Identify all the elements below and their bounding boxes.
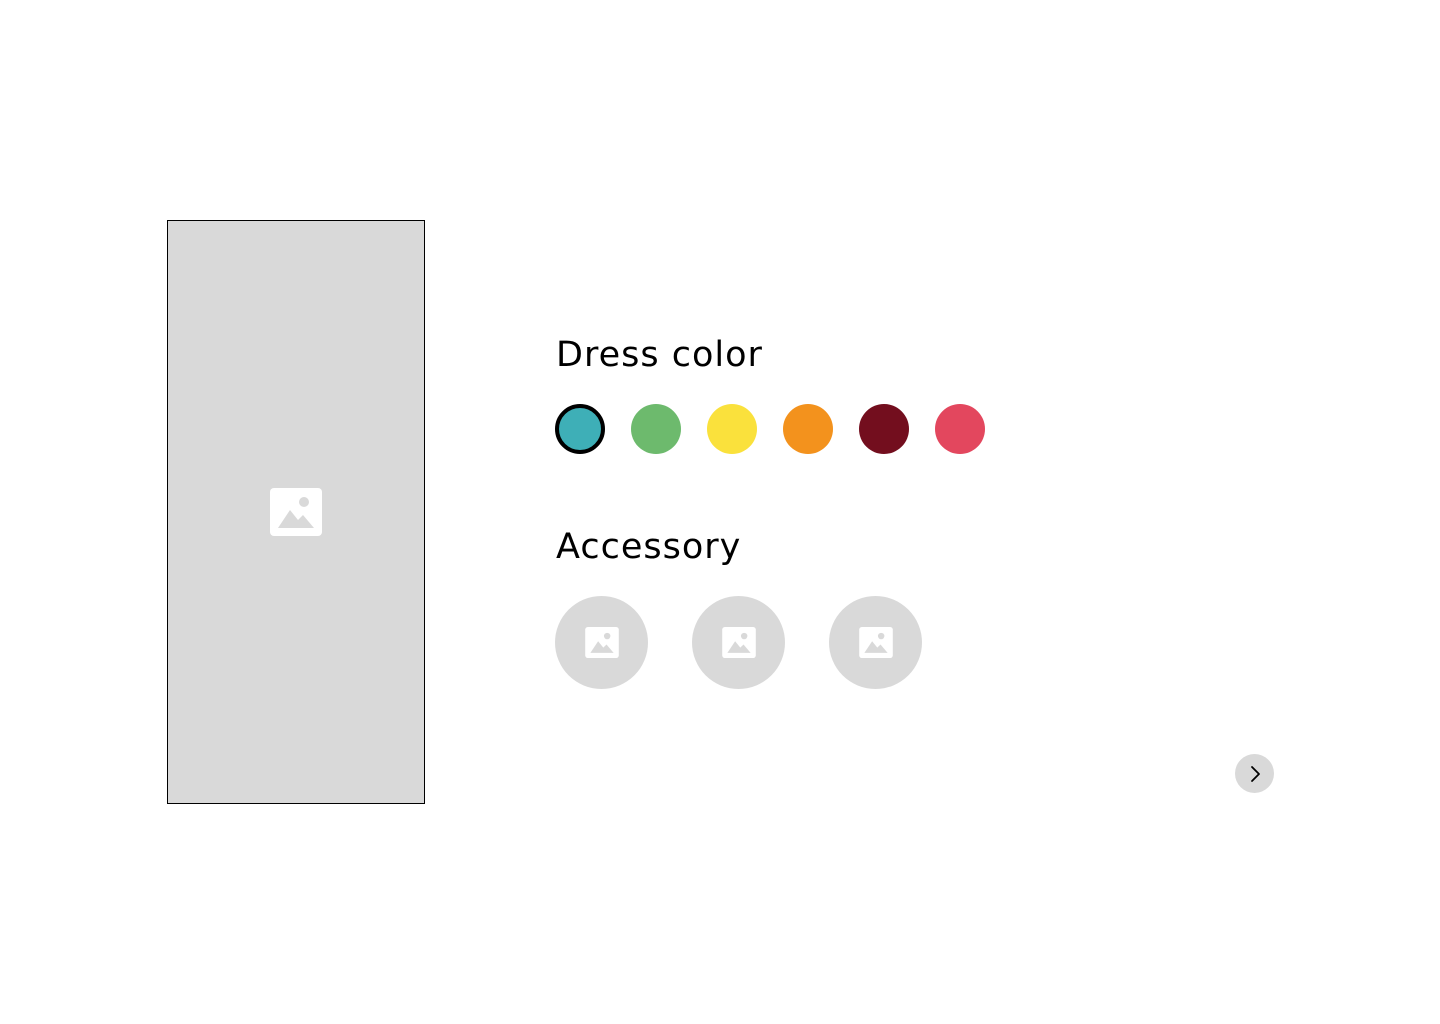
chevron-right-icon — [1250, 765, 1260, 782]
dress-color-heading: Dress color — [556, 335, 763, 375]
color-swatch-teal[interactable] — [555, 404, 605, 454]
image-placeholder-icon — [270, 488, 322, 536]
image-placeholder-icon — [584, 627, 619, 658]
accessory-heading: Accessory — [556, 527, 742, 567]
dress-customizer-page: Dress color Accessory — [0, 0, 1440, 1024]
color-swatch-pink-red[interactable] — [935, 404, 985, 454]
color-swatch-maroon[interactable] — [859, 404, 909, 454]
color-swatch-list — [555, 404, 985, 454]
accessory-option[interactable] — [555, 596, 648, 689]
color-swatch-green[interactable] — [631, 404, 681, 454]
image-placeholder-icon — [721, 627, 756, 658]
accessory-list — [555, 596, 922, 689]
image-placeholder-icon — [858, 627, 893, 658]
next-button[interactable] — [1235, 754, 1274, 793]
color-swatch-orange[interactable] — [783, 404, 833, 454]
accessory-option[interactable] — [692, 596, 785, 689]
dress-preview-image — [167, 220, 425, 804]
accessory-option[interactable] — [829, 596, 922, 689]
color-swatch-yellow[interactable] — [707, 404, 757, 454]
